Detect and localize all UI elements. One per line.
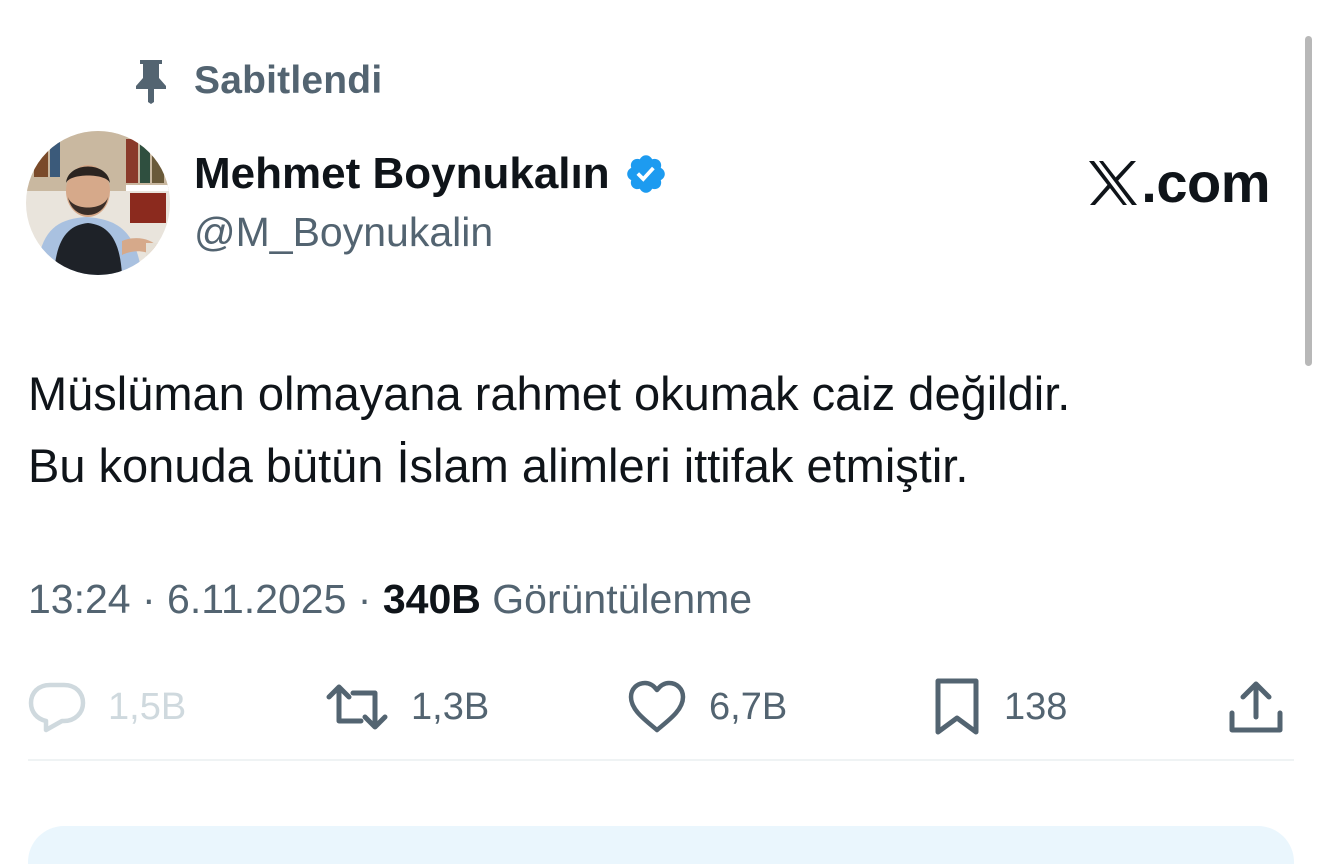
brand-watermark: .com: [1087, 150, 1270, 215]
bookmark-icon: [932, 677, 982, 737]
verified-badge-icon[interactable]: [624, 152, 668, 196]
bookmark-count: 138: [1004, 685, 1068, 728]
x-logo-icon: [1087, 159, 1139, 207]
pin-icon: [132, 58, 170, 104]
like-button[interactable]: 6,7B: [627, 672, 787, 742]
like-count: 6,7B: [709, 685, 788, 728]
retweet-icon: [325, 681, 389, 733]
tweet-meta: 13:24 · 6.11.2025 · 340B Görüntülenme: [28, 576, 752, 623]
pinned-indicator: Sabitlendi: [132, 58, 382, 104]
retweet-button[interactable]: 1,3B: [325, 672, 489, 742]
tweet-text-line: Bu konuda bütün İslam alimleri ittifak e…: [28, 439, 969, 492]
retweet-count: 1,3B: [411, 685, 490, 728]
author-block: Mehmet Boynukalın @M_Boynukalin: [194, 145, 668, 256]
views-count: 340B: [382, 576, 481, 622]
share-button[interactable]: [1226, 672, 1286, 742]
heart-icon: [627, 680, 687, 734]
action-bar: 1,5B 1,3B 6,7B 138: [0, 672, 1320, 742]
tweet-text: Müslüman olmayana rahmet okumak caiz değ…: [28, 358, 1288, 502]
divider: [28, 759, 1294, 761]
author-handle[interactable]: @M_Boynukalin: [194, 209, 668, 256]
tweet-time[interactable]: 13:24: [28, 576, 131, 622]
brand-text: .com: [1141, 151, 1270, 214]
meta-separator: ·: [130, 576, 168, 622]
reply-icon: [28, 681, 86, 733]
pinned-label: Sabitlendi: [194, 59, 383, 102]
bottom-card[interactable]: [28, 826, 1294, 864]
avatar[interactable]: [26, 131, 170, 275]
reply-count: 1,5B: [108, 685, 187, 728]
author-display-name[interactable]: Mehmet Boynukalın: [194, 149, 610, 199]
tweet-screen: Sabitlendi Mehmet Boynukalın @M_Boynukal…: [0, 0, 1320, 864]
reply-button[interactable]: 1,5B: [28, 672, 186, 742]
views-label: Görüntülenme: [492, 576, 753, 622]
tweet-text-line: Müslüman olmayana rahmet okumak caiz değ…: [28, 367, 1071, 420]
scrollbar[interactable]: [1305, 36, 1312, 366]
meta-separator: ·: [346, 576, 383, 622]
tweet-date[interactable]: 6.11.2025: [167, 576, 346, 622]
bookmark-button[interactable]: 138: [932, 672, 1067, 742]
author-name-row: Mehmet Boynukalın: [194, 145, 668, 203]
share-icon: [1226, 679, 1286, 735]
